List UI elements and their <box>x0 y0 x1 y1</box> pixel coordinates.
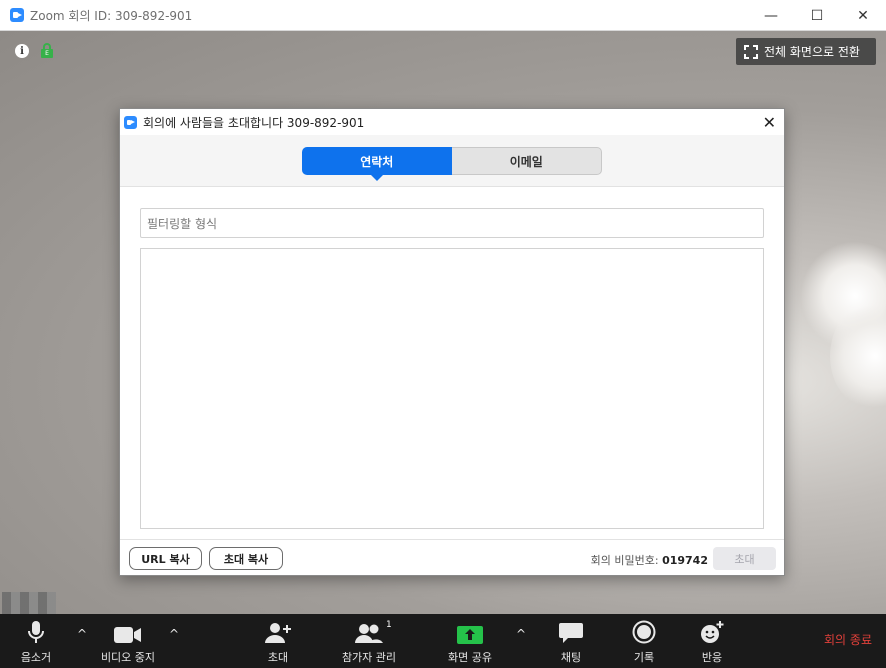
meeting-toolbar: 음소거 ^ 비디오 중지 ^ 초대 1 참가자 관리 화면 공유 ^ 채팅 기록… <box>0 614 886 668</box>
dialog-titlebar: 회의에 사람들을 초대합니다 309-892-901 ✕ <box>120 109 784 135</box>
dialog-footer: URL 복사 초대 복사 회의 비밀번호: 019742 초대 <box>120 539 784 575</box>
tab-group: 연락처 이메일 <box>302 147 602 181</box>
share-screen-button[interactable]: 화면 공유 <box>443 614 497 668</box>
info-icon[interactable]: i <box>15 44 29 58</box>
chat-button[interactable]: 채팅 <box>553 614 589 668</box>
dialog-title: 회의에 사람들을 초대합니다 309-892-901 <box>143 115 365 130</box>
share-options-caret[interactable]: ^ <box>516 628 526 640</box>
close-button[interactable]: ✕ <box>840 0 886 31</box>
contacts-list[interactable] <box>140 248 764 529</box>
copy-url-button[interactable]: URL 복사 <box>129 547 202 570</box>
smiley-plus-icon <box>699 614 725 644</box>
maximize-button[interactable]: ☐ <box>794 0 840 31</box>
tab-email[interactable]: 이메일 <box>451 147 602 175</box>
zoom-app-icon <box>124 115 137 129</box>
window-titlebar: Zoom 회의 ID: 309-892-901 — ☐ ✕ <box>0 0 886 31</box>
record-icon <box>632 614 656 644</box>
manage-participants-label: 참가자 관리 <box>341 651 397 664</box>
window-title: Zoom 회의 ID: 309-892-901 <box>30 8 193 23</box>
password-value: 019742 <box>662 554 708 567</box>
video-camera-icon <box>114 614 142 644</box>
participants-icon <box>355 614 383 644</box>
fullscreen-icon <box>744 44 758 59</box>
stop-video-label: 비디오 중지 <box>100 651 156 664</box>
invite-dialog: 회의에 사람들을 초대합니다 309-892-901 ✕ 연락처 이메일 필터링… <box>119 108 785 576</box>
fullscreen-button[interactable]: 전체 화면으로 전환 <box>736 38 876 65</box>
invite-toolbar-button[interactable]: 초대 <box>258 614 298 668</box>
stop-video-button[interactable]: 비디오 중지 <box>96 614 160 668</box>
share-screen-icon <box>457 614 483 644</box>
tab-area: 연락처 이메일 <box>120 135 784 187</box>
dialog-close-icon[interactable]: ✕ <box>763 113 776 132</box>
share-screen-label: 화면 공유 <box>448 651 492 664</box>
participants-count: 1 <box>386 620 392 630</box>
mute-label: 음소거 <box>20 651 52 664</box>
record-label: 기록 <box>633 651 655 664</box>
record-button[interactable]: 기록 <box>626 614 662 668</box>
invite-toolbar-label: 초대 <box>267 651 289 664</box>
reactions-label: 반응 <box>701 651 723 664</box>
manage-participants-button[interactable]: 1 참가자 관리 <box>337 614 401 668</box>
window-controls: — ☐ ✕ <box>748 0 886 31</box>
mute-button[interactable]: 음소거 <box>14 614 58 668</box>
fullscreen-label: 전체 화면으로 전환 <box>764 45 860 59</box>
minimize-button[interactable]: — <box>748 0 794 31</box>
meeting-password: 회의 비밀번호: 019742 <box>591 552 708 568</box>
add-user-icon <box>264 614 292 644</box>
chat-label: 채팅 <box>560 651 582 664</box>
invite-button[interactable]: 초대 <box>713 547 776 570</box>
reactions-button[interactable]: 반응 <box>694 614 730 668</box>
filter-input[interactable]: 필터링할 형식 <box>140 208 764 238</box>
audio-options-caret[interactable]: ^ <box>77 628 87 640</box>
chat-bubble-icon <box>559 614 583 644</box>
copy-invitation-button[interactable]: 초대 복사 <box>209 547 283 570</box>
video-options-caret[interactable]: ^ <box>169 628 179 640</box>
tab-contacts[interactable]: 연락처 <box>302 147 452 181</box>
microphone-icon <box>28 614 44 644</box>
encryption-lock-icon[interactable]: E <box>41 43 53 58</box>
password-label: 회의 비밀번호: <box>590 554 659 567</box>
end-meeting-button[interactable]: 회의 종료 <box>824 631 872 648</box>
zoom-app-icon <box>10 8 24 22</box>
